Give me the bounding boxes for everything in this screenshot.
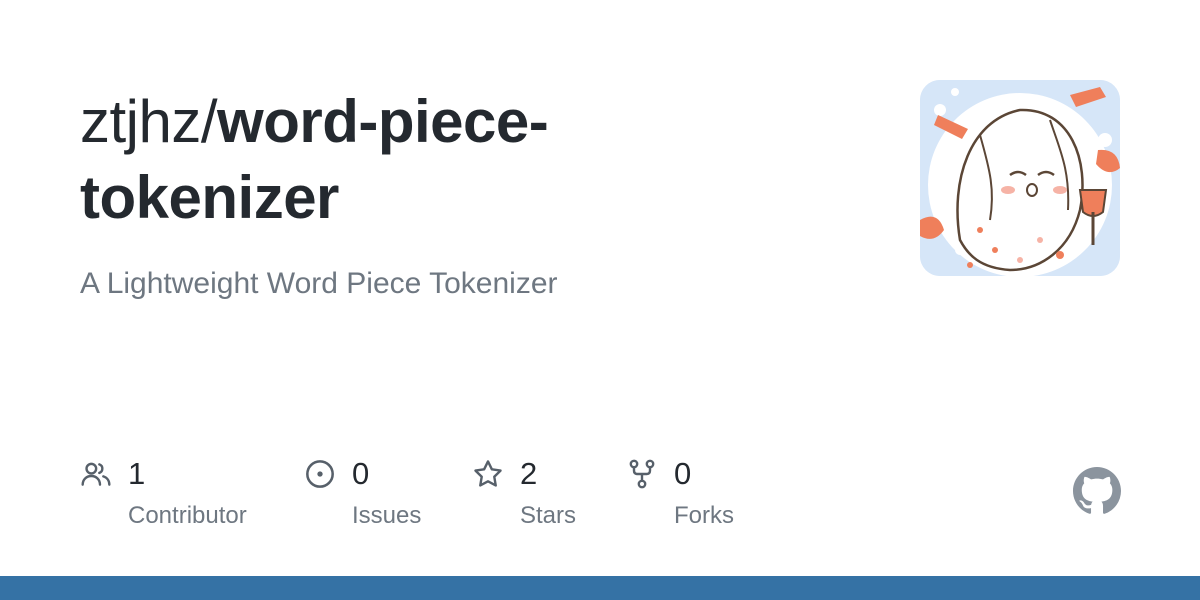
issue-count: 0	[352, 456, 370, 491]
people-icon	[81, 462, 111, 486]
star-count: 2	[520, 456, 538, 491]
star-icon	[474, 460, 502, 487]
contributor-count: 1	[128, 456, 146, 491]
issue-opened-icon	[306, 460, 334, 488]
star-label: Stars	[520, 502, 577, 529]
github-mark-icon[interactable]	[1073, 467, 1121, 515]
repo-forked-icon	[629, 459, 655, 489]
avatar-illustration	[920, 80, 1120, 276]
repo-description: A Lightweight Word Piece Tokenizer	[80, 267, 558, 300]
owner-avatar[interactable]	[920, 80, 1120, 276]
language-color-bar	[0, 576, 1200, 600]
repo-owner[interactable]: ztjhz/	[80, 88, 218, 155]
contributor-label: Contributor	[128, 502, 247, 529]
social-preview-card: ztjhz/word-piece-tokenizer A Lightweight…	[0, 0, 1200, 600]
issue-label: Issues	[352, 502, 422, 529]
repo-title[interactable]: ztjhz/word-piece-tokenizer	[80, 84, 680, 236]
fork-label: Forks	[674, 502, 734, 529]
fork-count: 0	[674, 456, 692, 491]
